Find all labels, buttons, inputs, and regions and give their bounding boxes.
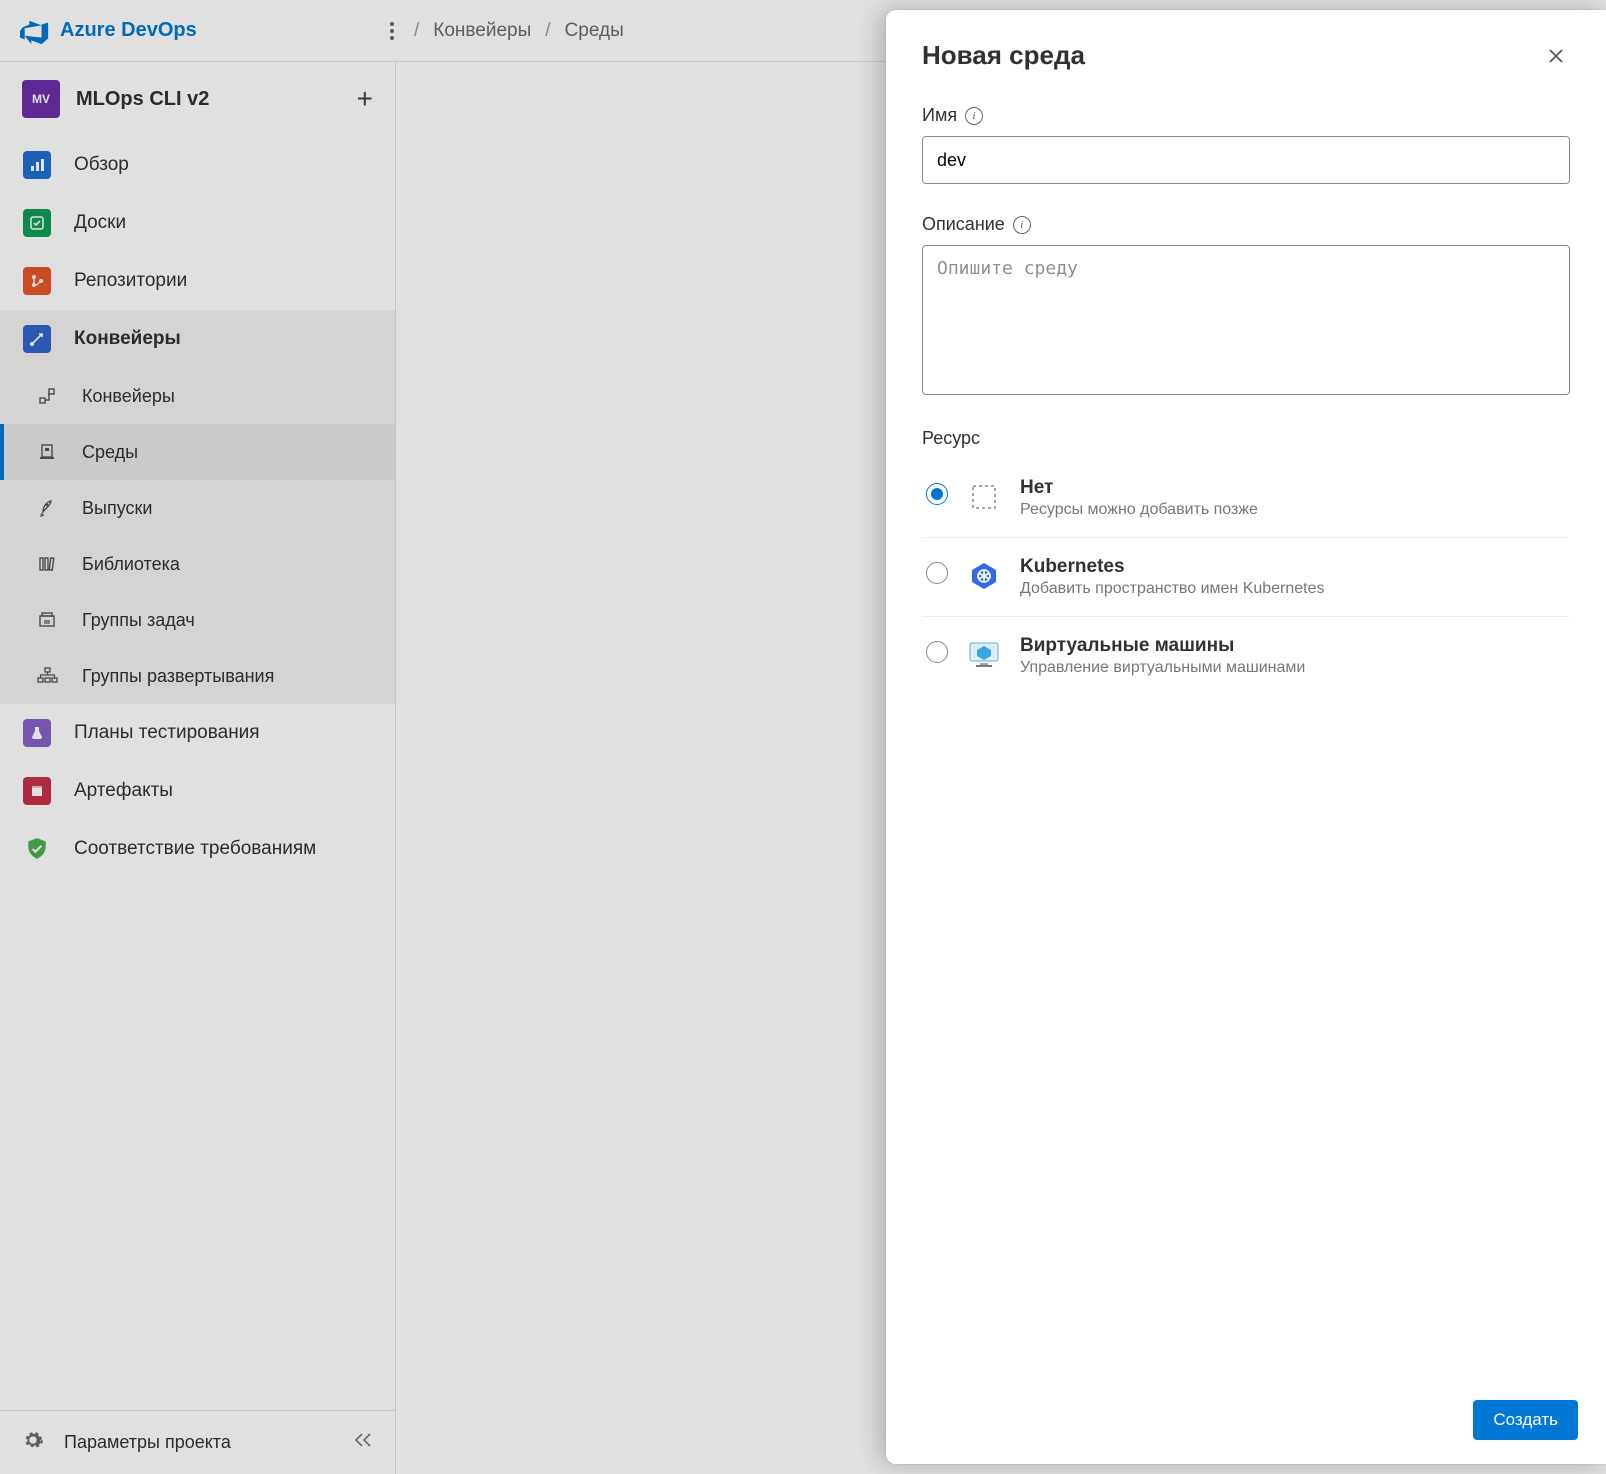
overview-icon xyxy=(22,150,52,180)
sidebar-item-label: Среды xyxy=(82,442,138,463)
sidebar: MV MLOps CLI v2 + Обзор Доски Ре xyxy=(0,62,396,1474)
project-settings-label: Параметры проекта xyxy=(64,1432,231,1453)
kubernetes-icon xyxy=(966,558,1002,594)
option-desc: Добавить пространство имен Kubernetes xyxy=(1020,580,1325,598)
azure-devops-logo-icon xyxy=(20,16,50,46)
sidebar-item-label: Соответствие требованиям xyxy=(74,838,316,860)
radio-button[interactable] xyxy=(926,562,948,584)
plus-icon[interactable]: + xyxy=(357,85,373,113)
resource-option-vms[interactable]: Виртуальные машины Управление виртуальны… xyxy=(922,617,1570,695)
none-icon xyxy=(966,479,1002,515)
sidebar-item-pipelines[interactable]: Конвейеры xyxy=(0,310,395,368)
description-label: Описание xyxy=(922,214,1005,235)
test-plans-icon xyxy=(22,718,52,748)
sidebar-item-boards[interactable]: Доски xyxy=(0,194,395,252)
radio-button[interactable] xyxy=(926,483,948,505)
sidebar-item-overview[interactable]: Обзор xyxy=(0,136,395,194)
option-title: Kubernetes xyxy=(1020,556,1325,578)
gear-icon xyxy=(22,1429,44,1456)
collapse-icon[interactable] xyxy=(353,1432,373,1453)
vm-icon xyxy=(966,637,1002,673)
product-name: Azure DevOps xyxy=(60,19,197,42)
sidebar-sub-task-groups[interactable]: Группы задач xyxy=(0,592,395,648)
releases-icon xyxy=(34,495,60,521)
sidebar-item-label: Конвейеры xyxy=(82,386,175,407)
create-button[interactable]: Создать xyxy=(1473,1400,1578,1440)
library-icon xyxy=(34,551,60,577)
deployment-groups-icon xyxy=(34,663,60,689)
sidebar-item-label: Группы задач xyxy=(82,610,195,631)
pipelines-icon xyxy=(22,324,52,354)
info-icon[interactable]: i xyxy=(965,107,983,125)
option-title: Виртуальные машины xyxy=(1020,635,1305,657)
sidebar-item-label: Библиотека xyxy=(82,554,180,575)
sidebar-sub-releases[interactable]: Выпуски xyxy=(0,480,395,536)
sidebar-item-label: Артефакты xyxy=(74,780,173,802)
task-groups-icon xyxy=(34,607,60,633)
logo-block[interactable]: Azure DevOps xyxy=(20,16,380,46)
sidebar-item-label: Группы развертывания xyxy=(82,666,274,687)
sidebar-sub-environments[interactable]: Среды xyxy=(0,424,395,480)
sidebar-item-label: Выпуски xyxy=(82,498,152,519)
sidebar-item-compliance[interactable]: Соответствие требованиям xyxy=(0,820,395,878)
boards-icon xyxy=(22,208,52,238)
sidebar-sub-pipelines[interactable]: Конвейеры xyxy=(0,368,395,424)
environments-icon xyxy=(34,439,60,465)
artifacts-icon xyxy=(22,776,52,806)
pipeline-runs-icon xyxy=(34,383,60,409)
sidebar-nav: Обзор Доски Репозитории xyxy=(0,136,395,1410)
compliance-icon xyxy=(22,834,52,864)
sidebar-item-artifacts[interactable]: Артефакты xyxy=(0,762,395,820)
new-environment-panel: Новая среда Имя i Описание i Ресурс xyxy=(886,10,1606,1464)
info-icon[interactable]: i xyxy=(1013,216,1031,234)
option-title: Нет xyxy=(1020,477,1258,499)
header-more-icon[interactable] xyxy=(380,19,404,43)
project-badge: MV xyxy=(22,80,60,118)
project-row[interactable]: MV MLOps CLI v2 + xyxy=(0,62,395,136)
sidebar-item-label: Конвейеры xyxy=(74,328,181,350)
name-input[interactable] xyxy=(922,136,1570,184)
description-input[interactable] xyxy=(922,245,1570,395)
sidebar-sub-deployment-groups[interactable]: Группы развертывания xyxy=(0,648,395,704)
project-name: MLOps CLI v2 xyxy=(76,88,341,111)
radio-button[interactable] xyxy=(926,641,948,663)
resource-options: Нет Ресурсы можно добавить позже Kuberne… xyxy=(922,459,1570,695)
close-icon[interactable] xyxy=(1542,42,1570,70)
panel-title: Новая среда xyxy=(922,40,1542,71)
sidebar-item-label: Планы тестирования xyxy=(74,722,260,744)
project-settings[interactable]: Параметры проекта xyxy=(0,1410,395,1474)
option-desc: Ресурсы можно добавить позже xyxy=(1020,501,1258,519)
resource-option-none[interactable]: Нет Ресурсы можно добавить позже xyxy=(922,459,1570,538)
sidebar-item-test-plans[interactable]: Планы тестирования xyxy=(0,704,395,762)
resource-label: Ресурс xyxy=(922,428,1570,449)
breadcrumb: / Конвейеры / Среды xyxy=(414,20,624,42)
option-desc: Управление виртуальными машинами xyxy=(1020,659,1305,677)
name-label: Имя xyxy=(922,105,957,126)
sidebar-sub-library[interactable]: Библиотека xyxy=(0,536,395,592)
repos-icon xyxy=(22,266,52,296)
resource-option-kubernetes[interactable]: Kubernetes Добавить пространство имен Ku… xyxy=(922,538,1570,617)
breadcrumb-environments[interactable]: Среды xyxy=(565,20,624,42)
sidebar-item-label: Доски xyxy=(74,212,126,234)
sidebar-item-label: Репозитории xyxy=(74,270,187,292)
sidebar-item-label: Обзор xyxy=(74,154,129,176)
breadcrumb-pipelines[interactable]: Конвейеры xyxy=(433,20,531,42)
sidebar-item-repos[interactable]: Репозитории xyxy=(0,252,395,310)
